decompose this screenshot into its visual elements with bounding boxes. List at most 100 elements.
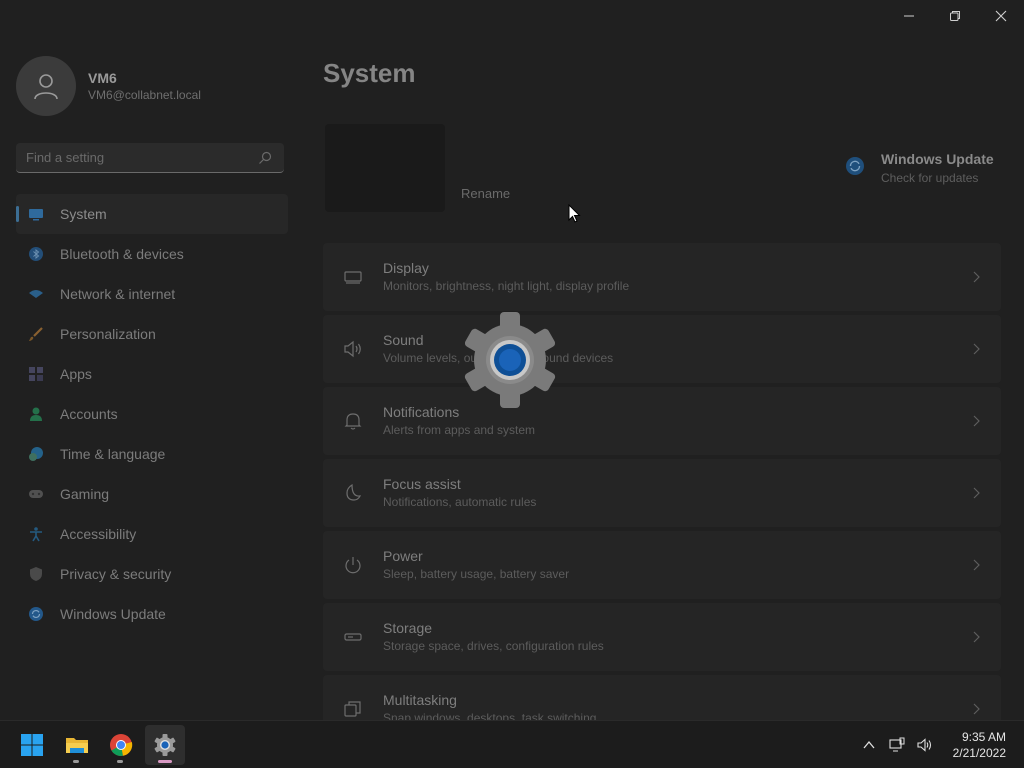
profile-email: VM6@collabnet.local <box>88 88 201 102</box>
sidebar-item-network[interactable]: Network & internet <box>16 274 288 314</box>
system-tray: 9:35 AM 2/21/2022 <box>857 721 1024 768</box>
volume-tray-button[interactable] <box>913 733 937 757</box>
user-profile[interactable]: VM6 VM6@collabnet.local <box>16 56 201 116</box>
bell-icon <box>343 411 363 431</box>
setting-power[interactable]: Power Sleep, battery usage, battery save… <box>323 531 1001 599</box>
folder-icon <box>66 738 88 753</box>
mouse-cursor-icon <box>568 204 581 223</box>
device-thumbnail <box>325 124 445 212</box>
multitasking-icon <box>343 699 363 719</box>
sidebar-item-label: Gaming <box>60 486 110 502</box>
apps-icon <box>28 366 44 382</box>
search-box[interactable] <box>16 143 284 173</box>
sidebar-item-bluetooth[interactable]: Bluetooth & devices <box>16 234 288 274</box>
chrome-button[interactable] <box>101 725 141 765</box>
chevron-right-icon <box>973 703 980 715</box>
running-indicator <box>73 760 79 763</box>
running-indicator <box>117 760 123 763</box>
settings-taskbar-button[interactable] <box>145 725 185 765</box>
chevron-right-icon <box>973 559 980 571</box>
setting-title: Multitasking <box>383 692 457 708</box>
sidebar-item-label: System <box>60 206 107 222</box>
sidebar-item-personalization[interactable]: Personalization <box>16 314 288 354</box>
setting-display[interactable]: Display Monitors, brightness, night ligh… <box>323 243 1001 311</box>
network-icon <box>889 737 905 752</box>
start-button[interactable] <box>12 725 52 765</box>
wifi-icon <box>28 286 44 302</box>
search-input[interactable] <box>16 150 246 165</box>
gamepad-icon <box>28 486 44 502</box>
settings-gear-loading-icon <box>464 312 556 408</box>
setting-title: Display <box>383 260 429 276</box>
sidebar-item-apps[interactable]: Apps <box>16 354 288 394</box>
chrome-icon <box>110 734 133 756</box>
sidebar-item-label: Accessibility <box>60 526 137 542</box>
search-icon <box>259 151 272 164</box>
settings-list: Display Monitors, brightness, night ligh… <box>323 243 1001 720</box>
display-icon <box>343 267 363 287</box>
chevron-up-icon <box>863 740 875 749</box>
sidebar-item-windows-update[interactable]: Windows Update <box>16 594 288 634</box>
globe-clock-icon <box>28 446 44 462</box>
windows-logo-icon <box>21 734 43 756</box>
setting-description: Alerts from apps and system <box>383 423 536 437</box>
settings-gear-icon <box>154 734 176 756</box>
bluetooth-icon <box>28 246 44 262</box>
sidebar-item-gaming[interactable]: Gaming <box>16 474 288 514</box>
setting-multitasking[interactable]: Multitasking Snap windows, desktops, tas… <box>323 675 1001 720</box>
sidebar-item-label: Accounts <box>60 406 118 422</box>
sidebar-item-time-language[interactable]: Time & language <box>16 434 288 474</box>
setting-focus-assist[interactable]: Focus assist Notifications, automatic ru… <box>323 459 1001 527</box>
active-indicator <box>158 760 172 763</box>
chevron-right-icon <box>973 487 980 499</box>
update-icon <box>28 606 44 622</box>
setting-description: Snap windows, desktops, task switching <box>383 711 597 720</box>
sidebar-item-privacy-security[interactable]: Privacy & security <box>16 554 288 594</box>
chevron-right-icon <box>973 271 980 283</box>
accessibility-icon <box>28 526 44 542</box>
rename-link[interactable]: Rename <box>461 186 510 201</box>
sidebar-item-accessibility[interactable]: Accessibility <box>16 514 288 554</box>
sidebar-item-label: Network & internet <box>60 286 176 302</box>
sidebar-nav: System Bluetooth & devices Network & int… <box>16 194 288 634</box>
chevron-right-icon <box>973 343 980 355</box>
sidebar-item-label: Windows Update <box>60 606 166 622</box>
person-icon <box>28 406 44 422</box>
sidebar-item-label: Privacy & security <box>60 566 172 582</box>
clock[interactable]: 9:35 AM 2/21/2022 <box>953 729 1006 761</box>
storage-icon <box>343 627 363 647</box>
setting-title: Storage <box>383 620 433 636</box>
windows-update-title: Windows Update <box>881 151 994 167</box>
main-content: System Rename Windows Update Check for u… <box>323 0 1003 720</box>
moon-icon <box>343 483 363 503</box>
setting-notifications[interactable]: Notifications Alerts from apps and syste… <box>323 387 1001 455</box>
sidebar-item-label: Time & language <box>60 446 166 462</box>
network-tray-button[interactable] <box>885 733 909 757</box>
chevron-right-icon <box>973 415 980 427</box>
show-hidden-icons-button[interactable] <box>857 733 881 757</box>
file-explorer-button[interactable] <box>57 725 97 765</box>
sidebar: VM6 VM6@collabnet.local System Bluetooth… <box>0 0 300 720</box>
taskbar: 9:35 AM 2/21/2022 <box>0 720 1024 768</box>
setting-description: Sleep, battery usage, battery saver <box>383 567 570 581</box>
sidebar-item-system[interactable]: System <box>16 194 288 234</box>
sidebar-item-label: Personalization <box>60 326 156 342</box>
avatar <box>16 56 76 116</box>
brush-icon <box>28 326 44 342</box>
clock-time: 9:35 AM <box>961 730 1006 744</box>
speaker-icon <box>343 339 363 359</box>
setting-description: Monitors, brightness, night light, displ… <box>383 279 630 293</box>
setting-storage[interactable]: Storage Storage space, drives, configura… <box>323 603 1001 671</box>
profile-name: VM6 <box>88 70 117 86</box>
setting-description: Storage space, drives, configuration rul… <box>383 639 604 653</box>
sidebar-item-label: Bluetooth & devices <box>60 246 184 262</box>
clock-date: 2/21/2022 <box>952 746 1006 760</box>
speaker-icon <box>917 738 931 752</box>
sidebar-item-accounts[interactable]: Accounts <box>16 394 288 434</box>
person-avatar-icon <box>34 74 58 100</box>
sidebar-item-label: Apps <box>60 366 92 382</box>
windows-update-card[interactable]: Windows Update Check for updates <box>845 150 994 188</box>
shield-icon <box>28 566 44 582</box>
monitor-icon <box>28 206 44 222</box>
setting-sound[interactable]: Sound Volume levels, output, input, soun… <box>323 315 1001 383</box>
